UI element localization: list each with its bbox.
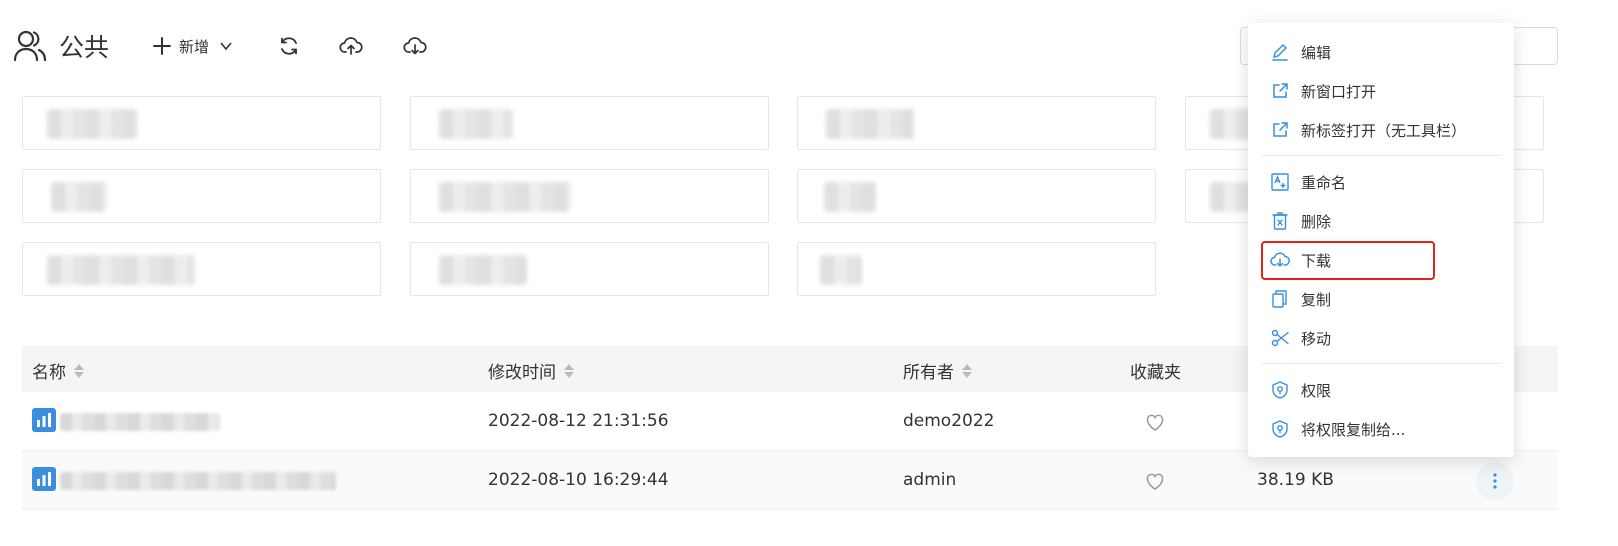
folder-card[interactable] [22,242,381,296]
column-header-owner[interactable]: 所有者 [903,358,972,383]
menu-item-label: 删除 [1301,213,1332,231]
plus-icon [153,37,171,55]
column-label: 修改时间 [488,363,556,383]
download-cloud-icon [403,37,427,55]
sort-icon[interactable] [74,363,84,378]
refresh-icon [281,37,297,55]
owner: admin [903,470,957,490]
copy-icon [1272,290,1287,308]
menu-item-label: 编辑 [1301,44,1332,62]
menu-item-move[interactable]: 移动 [1248,320,1514,356]
menu-item-delete[interactable]: 删除 [1248,203,1514,239]
sort-icon[interactable] [962,363,972,378]
menu-item-open-new-window[interactable]: 新窗口打开 [1248,73,1514,109]
more-vertical-icon [1493,473,1497,489]
new-button-label: 新增 [179,37,210,56]
column-header-favorites: 收藏夹 [1130,358,1181,383]
menu-divider [1262,155,1500,156]
menu-divider [1262,363,1500,364]
folder-card[interactable] [22,96,381,150]
edit-icon [1272,43,1288,61]
heart-icon[interactable] [1144,411,1166,433]
column-header-modified[interactable]: 修改时间 [488,358,574,383]
scissors-icon [1271,329,1289,347]
file-name[interactable] [60,472,336,490]
menu-item-permissions[interactable]: 权限 [1248,372,1514,408]
menu-item-copy-permissions[interactable]: 将权限复制给... [1248,411,1514,447]
folder-card[interactable] [797,96,1156,150]
sort-icon[interactable] [564,363,574,378]
modified-time: 2022-08-12 21:31:56 [488,411,669,431]
upload-cloud-icon [339,37,363,55]
heart-icon[interactable] [1144,470,1166,492]
context-menu: 编辑 新窗口打开 新标签打开（无工具栏） 重命名 删除 下载 复制 移动 权限 … [1248,23,1514,457]
folder-card[interactable] [410,242,769,296]
highlight-box [1261,241,1435,280]
refresh-button[interactable] [275,32,303,60]
users-icon [13,30,47,62]
folder-card[interactable] [22,169,381,223]
menu-item-label: 新窗口打开 [1301,83,1377,101]
folder-card[interactable] [797,242,1156,296]
column-label: 名称 [32,363,66,383]
chart-file-icon [32,467,56,491]
page-title: 公共 [59,33,110,62]
file-name[interactable] [60,413,220,431]
menu-item-edit[interactable]: 编辑 [1248,34,1514,70]
modified-time: 2022-08-10 16:29:44 [488,470,669,490]
file-size: 38.19 KB [1257,470,1334,490]
column-label: 收藏夹 [1130,363,1181,383]
external-link-icon [1273,83,1288,98]
chart-file-icon [32,408,56,432]
folder-card[interactable] [797,169,1156,223]
menu-item-label: 新标签打开（无工具栏） [1301,122,1467,140]
new-button[interactable]: 新增 [151,30,233,62]
menu-item-open-new-tab[interactable]: 新标签打开（无工具栏） [1248,112,1514,148]
download-button[interactable] [401,32,429,60]
chevron-down-icon [220,42,232,51]
more-actions-button[interactable] [1476,462,1514,500]
menu-item-label: 将权限复制给... [1301,421,1406,439]
menu-item-label: 移动 [1301,330,1332,348]
menu-item-label: 重命名 [1301,174,1347,192]
rename-icon [1271,173,1289,191]
menu-item-rename[interactable]: 重命名 [1248,164,1514,200]
folder-card[interactable] [410,169,769,223]
delete-icon [1272,212,1288,230]
column-header-name[interactable]: 名称 [32,358,84,383]
external-link-icon [1273,122,1288,137]
table-row[interactable]: 2022-08-10 16:29:44 admin 38.19 KB [22,451,1558,510]
owner: demo2022 [903,411,995,431]
shield-icon [1272,420,1288,438]
menu-item-copy[interactable]: 复制 [1248,281,1514,317]
upload-button[interactable] [337,32,365,60]
menu-item-label: 权限 [1301,382,1332,400]
menu-item-label: 复制 [1301,291,1332,309]
folder-card[interactable] [410,96,769,150]
column-label: 所有者 [903,363,954,383]
shield-icon [1272,381,1288,399]
